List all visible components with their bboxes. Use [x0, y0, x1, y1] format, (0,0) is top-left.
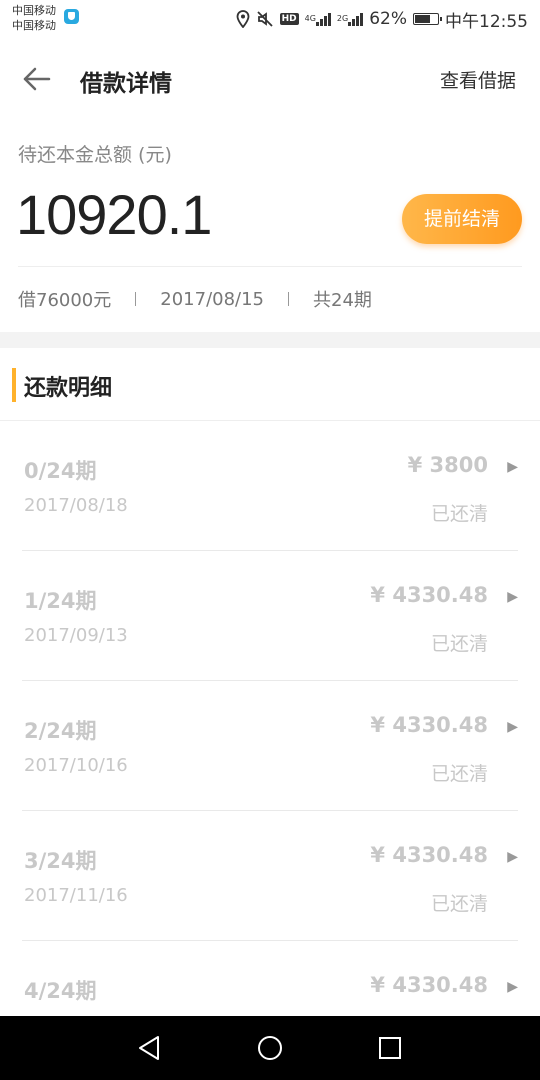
- nav-recent-button[interactable]: [376, 1034, 404, 1062]
- repay-amount: ¥ 4330.48: [370, 843, 488, 867]
- circle-home-icon: [258, 1036, 282, 1060]
- repay-status: 已还清: [430, 763, 488, 785]
- loan-summary: 待还本金总额 (元) 10920.1 提前结清 借76000元 2017/08/…: [0, 120, 540, 332]
- period-label: 3/24期: [24, 849, 97, 873]
- status-icons: HD 4G 2G 62% 中午12:55: [236, 8, 528, 32]
- repay-amount: ¥ 4330.48: [370, 973, 488, 997]
- mute-icon: [256, 10, 274, 28]
- repayment-list: 0/24期 2017/08/18 ¥ 3800 已还清 ▶ 1/24期 2017…: [0, 421, 540, 1071]
- network-type-1: 4G: [304, 14, 316, 23]
- repayment-row[interactable]: 2/24期 2017/10/16 ¥ 4330.48 已还清 ▶: [22, 681, 518, 811]
- separator: [135, 292, 137, 306]
- network-type-2: 2G: [336, 14, 349, 23]
- section-title: 还款明细: [24, 376, 113, 401]
- repay-status: 已还清: [430, 633, 488, 655]
- repayment-detail-header: 还款明细: [0, 348, 540, 421]
- separator: [288, 292, 290, 306]
- repay-status: 已还清: [430, 893, 488, 915]
- due-date: 2017/10/16: [24, 755, 128, 776]
- chevron-right-icon: ▶: [507, 459, 518, 475]
- page-title: 借款详情: [80, 71, 172, 97]
- repay-amount: ¥ 3800: [407, 453, 488, 477]
- total-periods: 共24期: [313, 290, 372, 311]
- loan-date: 2017/08/15: [160, 288, 265, 310]
- location-icon: [236, 10, 250, 28]
- repay-amount: ¥ 4330.48: [370, 583, 488, 607]
- arrow-left-icon: [23, 67, 51, 91]
- early-settle-button[interactable]: 提前结清: [402, 194, 522, 244]
- view-receipt-button[interactable]: 查看借据: [440, 66, 516, 93]
- repay-amount: ¥ 4330.48: [370, 713, 488, 737]
- clock: 中午12:55: [445, 11, 528, 32]
- section-gap: [0, 332, 540, 348]
- chevron-right-icon: ▶: [507, 849, 518, 865]
- battery-icon: [413, 13, 442, 25]
- triangle-back-icon: [139, 1036, 159, 1060]
- signal-icon-2: 2G: [336, 12, 364, 26]
- divider: [18, 266, 522, 267]
- loan-meta: 借76000元 2017/08/15 共24期: [18, 286, 372, 312]
- carrier-2: 中国移动: [12, 19, 56, 32]
- carrier-1: 中国移动: [12, 4, 56, 17]
- status-bar: 中国移动 中国移动 HD 4G 2G 62% 中午12:55: [0, 0, 540, 40]
- carrier-info: 中国移动 中国移动: [12, 3, 56, 33]
- repayment-row[interactable]: 1/24期 2017/09/13 ¥ 4330.48 已还清 ▶: [22, 551, 518, 681]
- nav-home-button[interactable]: [256, 1034, 284, 1062]
- period-label: 2/24期: [24, 719, 97, 743]
- accent-bar: [12, 368, 16, 402]
- chevron-right-icon: ▶: [507, 589, 518, 605]
- signal-icon: 4G: [304, 12, 331, 26]
- page-header: 借款详情 查看借据: [0, 40, 540, 121]
- back-button[interactable]: [20, 62, 54, 96]
- system-nav-bar: [0, 1016, 540, 1080]
- loan-amount: 借76000元: [18, 290, 112, 311]
- chevron-right-icon: ▶: [507, 719, 518, 735]
- due-date: 2017/11/16: [24, 885, 128, 906]
- chevron-right-icon: ▶: [507, 979, 518, 995]
- nav-back-button[interactable]: [136, 1034, 164, 1062]
- principal-label: 待还本金总额 (元): [18, 144, 172, 166]
- due-date: 2017/09/13: [24, 625, 128, 646]
- hd-badge: HD: [279, 13, 299, 25]
- square-recent-icon: [379, 1037, 401, 1059]
- battery-percent: 62%: [369, 9, 407, 29]
- period-label: 4/24期: [24, 979, 97, 1003]
- repayment-row[interactable]: 3/24期 2017/11/16 ¥ 4330.48 已还清 ▶: [22, 811, 518, 941]
- repayment-row[interactable]: 0/24期 2017/08/18 ¥ 3800 已还清 ▶: [22, 421, 518, 551]
- shield-icon: [64, 9, 79, 24]
- repay-status: 已还清: [430, 503, 488, 525]
- period-label: 0/24期: [24, 459, 97, 483]
- period-label: 1/24期: [24, 589, 97, 613]
- principal-amount: 10920.1: [16, 183, 212, 246]
- due-date: 2017/08/18: [24, 495, 128, 516]
